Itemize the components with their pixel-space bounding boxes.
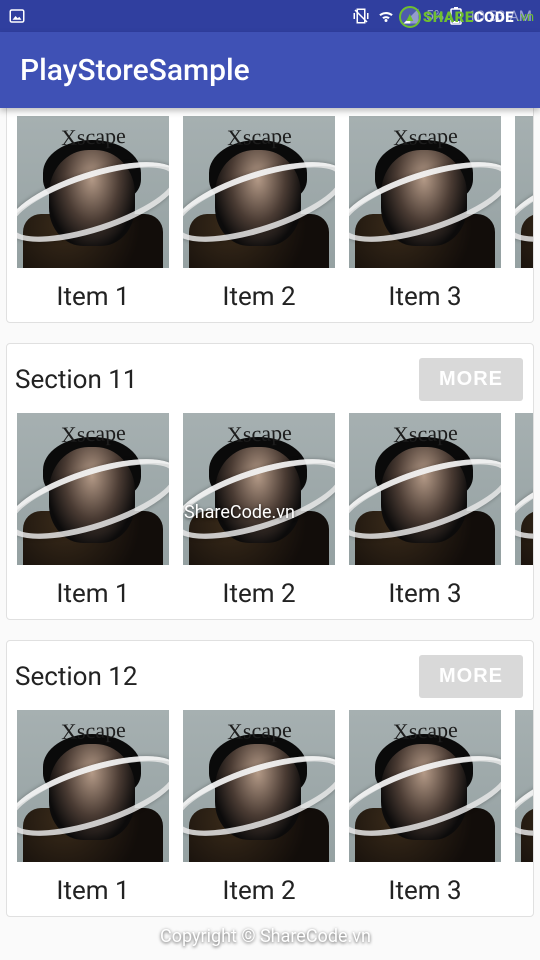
item-label: Item 2 [222, 876, 295, 906]
album-title-scrawl: Xscape [227, 123, 293, 151]
item-label: Item 2 [222, 579, 295, 609]
content-scroll[interactable]: Section 10MOREXscapeItem 1XscapeItem 2Xs… [0, 108, 540, 960]
section-header: Section 10MORE [7, 108, 533, 116]
item-label: Item 2 [222, 282, 295, 312]
album-title-scrawl: Xscape [61, 123, 127, 151]
item-label: Item 1 [56, 876, 129, 906]
album-thumbnail[interactable]: Xscape [17, 413, 169, 565]
list-item[interactable]: Xscape Item 3 [349, 710, 501, 906]
album-thumbnail[interactable]: Xscape [349, 710, 501, 862]
app-bar: PlayStoreSample [0, 32, 540, 108]
section-title: Section 12 [15, 662, 138, 692]
album-thumbnail[interactable]: Xscape [515, 116, 533, 268]
album-thumbnail[interactable]: Xscape [17, 116, 169, 268]
more-button[interactable]: MORE [419, 358, 523, 401]
app-title: PlayStoreSample [20, 53, 250, 88]
item-label: Item 3 [388, 282, 461, 312]
album-title-scrawl: Xscape [393, 123, 459, 151]
item-label: Item 3 [388, 876, 461, 906]
list-item[interactable]: Xscape Item 2 [183, 413, 335, 609]
album-title-scrawl: Xscape [61, 717, 127, 745]
album-thumbnail[interactable]: Xscape [183, 710, 335, 862]
album-title-scrawl: Xscape [393, 420, 459, 448]
list-item[interactable]: Xscape Item 1 [17, 710, 169, 906]
vibrate-icon [352, 7, 370, 25]
album-title-scrawl: Xscape [227, 420, 293, 448]
item-label: Item 3 [388, 579, 461, 609]
list-item[interactable]: XscapeItem 4 [515, 413, 533, 609]
list-item[interactable]: Xscape Item 1 [17, 116, 169, 312]
album-thumbnail[interactable]: Xscape [17, 710, 169, 862]
horizontal-list[interactable]: XscapeItem 1XscapeItem 2XscapeItem 3Xsca… [7, 710, 533, 906]
horizontal-list[interactable]: XscapeItem 1XscapeItem 2XscapeItem 3Xsca… [7, 413, 533, 609]
album-title-scrawl: Xscape [61, 420, 127, 448]
section-card: Section 10MOREXscapeItem 1XscapeItem 2Xs… [6, 108, 534, 323]
album-title-scrawl: Xscape [227, 717, 293, 745]
picture-icon [8, 7, 26, 25]
list-item[interactable]: Xscape Item 2 [183, 116, 335, 312]
section-card: Section 12MOREXscapeItem 1XscapeItem 2Xs… [6, 640, 534, 917]
album-thumbnail[interactable]: Xscape [183, 116, 335, 268]
watermark-badge: ▲ SHARECODE .vn [399, 6, 534, 28]
list-item[interactable]: XscapeItem 4 [515, 116, 533, 312]
wifi-icon [376, 7, 396, 25]
list-item[interactable]: Xscape Item 1 [17, 413, 169, 609]
list-item[interactable]: Xscape Item 3 [349, 116, 501, 312]
section-header: Section 11 MORE [7, 344, 533, 413]
item-label: Item 1 [56, 282, 129, 312]
section-title: Section 11 [15, 365, 138, 395]
list-item[interactable]: XscapeItem 4 [515, 710, 533, 906]
list-item[interactable]: Xscape Item 2 [183, 710, 335, 906]
album-thumbnail[interactable]: Xscape [515, 413, 533, 565]
list-item[interactable]: Xscape Item 3 [349, 413, 501, 609]
album-thumbnail[interactable]: Xscape [349, 116, 501, 268]
album-thumbnail[interactable]: Xscape [515, 710, 533, 862]
item-label: Item 1 [56, 579, 129, 609]
section-card: Section 11MOREXscapeItem 1XscapeItem 2Xs… [6, 343, 534, 620]
album-thumbnail[interactable]: Xscape [183, 413, 335, 565]
section-header: Section 12 MORE [7, 641, 533, 710]
album-thumbnail[interactable]: Xscape [349, 413, 501, 565]
horizontal-list[interactable]: XscapeItem 1XscapeItem 2XscapeItem 3Xsca… [7, 116, 533, 312]
more-button[interactable]: MORE [419, 655, 523, 698]
album-title-scrawl: Xscape [393, 717, 459, 745]
